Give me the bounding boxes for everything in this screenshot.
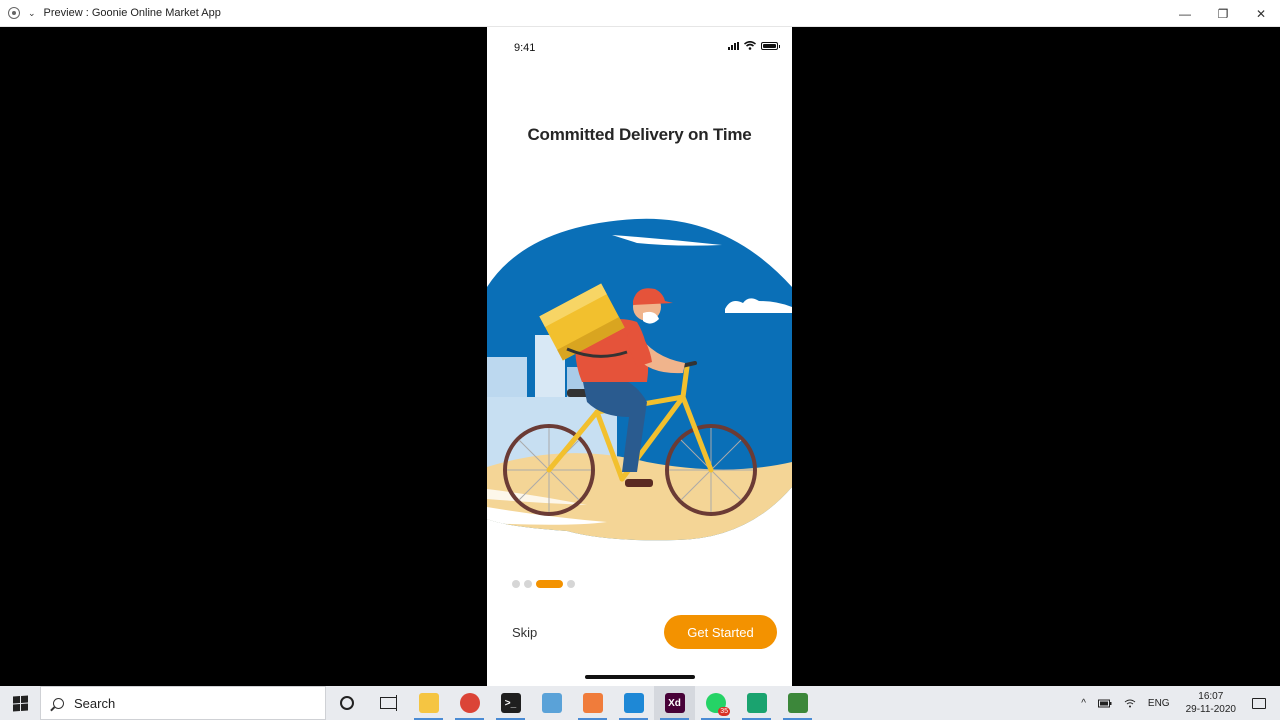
taskbar-app-notepad[interactable] [531,686,572,720]
phone-screen: 9:41 Committed Delivery on Time Skip Get… [487,27,792,686]
cortana-icon [339,696,354,710]
start-button[interactable] [0,686,40,720]
taskbar-app-chrome[interactable] [449,686,490,720]
pager-dot[interactable] [524,580,532,588]
adobe-xd-icon: Xd [664,693,685,713]
file-explorer-icon [418,693,439,713]
language-indicator[interactable]: ENG [1142,698,1176,709]
task-view-icon [379,695,397,711]
preview-stage: 9:41 Committed Delivery on Time Skip Get… [0,27,1280,686]
taskbar-search[interactable]: Search [40,686,326,720]
window-controls: — ❐ ✕ [1166,0,1280,27]
wifi-icon [744,41,756,50]
pager-dot[interactable] [567,580,575,588]
taskbar-app-reader[interactable] [736,686,777,720]
window-title: Preview : Goonie Online Market App [43,7,221,19]
close-button[interactable]: ✕ [1242,0,1280,27]
get-started-button[interactable]: Get Started [664,615,777,649]
taskbar-app-file-explorer[interactable] [408,686,449,720]
chevron-down-icon[interactable]: ⌄ [28,8,36,19]
wifi-tray-icon[interactable] [1118,698,1142,708]
taskbar-app-node[interactable] [777,686,818,720]
search-icon [53,697,64,709]
restore-button[interactable]: ❐ [1204,0,1242,27]
battery-tray-icon[interactable] [1092,699,1118,708]
taskbar-app-xampp[interactable] [572,686,613,720]
reader-icon [746,693,767,713]
taskbar-app-terminal[interactable]: >_ [490,686,531,720]
delivery-cyclist-illustration-icon [487,218,792,541]
xampp-icon [582,693,603,713]
battery-icon [761,41,780,50]
notification-badge: 35 [718,707,730,716]
pager-dot[interactable] [512,580,520,588]
status-icons [728,41,780,50]
signal-icon [728,41,739,50]
onboarding-title: Committed Delivery on Time [527,125,752,144]
node-icon [787,693,808,713]
terminal-icon: >_ [500,693,521,713]
search-label: Search [74,695,116,711]
vscode-icon [623,693,644,713]
taskbar-app-adobe-xd[interactable]: Xd [654,686,695,720]
app-icon [8,7,20,19]
home-indicator [585,675,695,679]
cortana-button[interactable] [326,686,367,720]
notepad-icon [541,693,562,713]
status-time: 9:41 [514,42,536,54]
minimize-button[interactable]: — [1166,0,1204,27]
pager-dots [512,580,575,588]
clock[interactable]: 16:07 29-11-2020 [1176,690,1246,716]
pager-dot-active[interactable] [536,580,563,588]
taskbar-apps: >_ Xd 35 [408,686,818,720]
taskbar: Search >_ Xd 35 ^ ENG 16:07 29-11-2020 [0,686,1280,720]
window-titlebar: ⌄ Preview : Goonie Online Market App — ❐… [0,0,1280,27]
system-tray: ^ ENG 16:07 29-11-2020 [1075,686,1280,720]
skip-button[interactable]: Skip [512,625,537,640]
task-view-button[interactable] [367,686,408,720]
tray-overflow-chevron[interactable]: ^ [1075,698,1092,709]
taskbar-app-vscode[interactable] [613,686,654,720]
clock-date: 29-11-2020 [1185,704,1236,715]
notification-center-icon[interactable] [1252,697,1266,709]
taskbar-app-whatsapp[interactable]: 35 [695,686,736,720]
chrome-icon [459,693,480,713]
windows-icon [12,694,28,712]
clock-time: 16:07 [1198,691,1224,702]
